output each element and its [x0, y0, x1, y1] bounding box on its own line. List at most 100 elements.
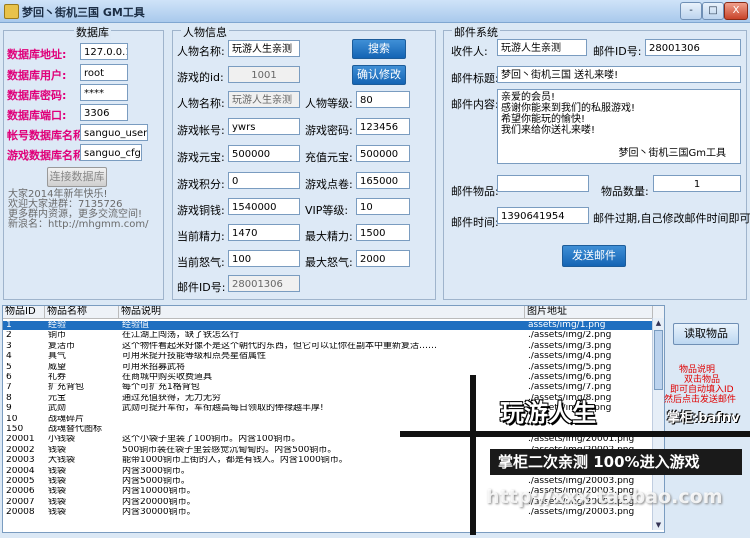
cell-desc: 内含3000铜币。 [122, 466, 190, 476]
yuanbao-input[interactable]: 500000 [228, 145, 300, 162]
content-label: 邮件内容: [451, 98, 499, 111]
time-hint: 邮件过期,自己修改邮件时间即可 [593, 212, 750, 225]
cell-id: 20007 [6, 497, 35, 507]
db-address-input[interactable]: 127.0.0.1 [80, 43, 128, 60]
minimize-button[interactable]: - [680, 2, 702, 20]
cell-desc: 这个物件看起来好像不是这个朝代的东西，但它可以让你在副本中重新复活…… [122, 341, 438, 351]
recharge-yuanbao-input[interactable]: 500000 [356, 145, 410, 162]
cell-id: 1 [6, 321, 12, 330]
cell-img: ./assets/img/20003.png [528, 477, 635, 486]
cell-desc: 通过充值获得，无力无穷 [122, 393, 222, 403]
cell-id: 3 [6, 341, 12, 351]
person-name-label: 人物名称: [177, 45, 225, 58]
person-info-group-label: 人物信息 [181, 24, 229, 40]
cell-id: 20002 [6, 445, 35, 455]
hint-line-4: 然后点击发送邮件 [664, 395, 737, 405]
max-energy-label: 最大精力: [305, 230, 353, 243]
col-item-img[interactable]: 图片地址 [525, 306, 653, 318]
game-id-input[interactable]: 1001 [228, 66, 300, 83]
scroll-thumb[interactable] [654, 330, 663, 390]
yuanbao-label: 游戏元宝: [177, 151, 225, 164]
cell-name: 小钱袋 [48, 435, 76, 445]
col-item-desc[interactable]: 物品说明 [119, 306, 525, 318]
cell-name: 经验 [48, 321, 67, 330]
rage-input[interactable]: 100 [228, 250, 300, 267]
copper-input[interactable]: 1540000 [228, 198, 300, 215]
max-rage-label: 最大怒气: [305, 256, 353, 269]
person-mail-id-input[interactable]: 28001306 [228, 275, 300, 292]
app-icon [4, 4, 19, 19]
cell-id: 2 [6, 331, 12, 341]
cell-name: 威望 [48, 362, 67, 372]
send-mail-button[interactable]: 发送邮件 [562, 245, 626, 267]
table-row[interactable]: 20005 钱袋 内含5000铜币。 ./assets/img/20003.png [3, 477, 653, 486]
cell-img: ./assets/img/5.png [528, 362, 612, 372]
col-item-name[interactable]: 物品名称 [45, 306, 119, 318]
table-row[interactable]: 4 真气 可用来提升技能等级和点亮星宿属性 ./assets/img/4.png [3, 352, 653, 361]
copper-label: 游戏铜钱: [177, 204, 225, 217]
table-row[interactable]: 2 铜币 在江湖上闯荡，缺了铁怎么行 ./assets/img/2.png [3, 331, 653, 340]
qty-input[interactable]: 1 [653, 175, 741, 192]
read-items-button[interactable]: 读取物品 [673, 323, 739, 345]
person-name2-input[interactable]: 玩游人生亲测 [228, 91, 300, 108]
db-user-input[interactable]: root [80, 64, 128, 81]
promo-brand: 玩游人生 [500, 399, 596, 427]
cell-name: 钱袋 [48, 477, 67, 486]
maximize-button[interactable]: □ [702, 2, 724, 20]
cell-name: 武勋 [48, 404, 67, 414]
password-input[interactable]: 123456 [356, 118, 410, 135]
energy-input[interactable]: 1470 [228, 224, 300, 241]
close-button[interactable]: X [724, 2, 748, 20]
time-label: 邮件时间: [451, 216, 499, 229]
mail-id-input[interactable]: 28001306 [645, 39, 741, 56]
rage-label: 当前怒气: [177, 256, 225, 269]
account-label: 游戏帐号: [177, 124, 225, 137]
cell-id: 4 [6, 352, 12, 362]
table-row[interactable]: 1 经验 经验值 assets/img/1.png [3, 321, 653, 330]
cell-name: 元宝 [48, 393, 67, 403]
scroll-up-icon[interactable]: ▲ [653, 318, 664, 328]
mail-system-group-label: 邮件系统 [452, 24, 500, 40]
subject-input[interactable]: 梦回丶街机三国 送礼来喽! [497, 66, 741, 83]
vip-input[interactable]: 10 [356, 198, 410, 215]
account-input[interactable]: ywrs [228, 118, 300, 135]
time-input[interactable]: 1390641954 [497, 207, 589, 224]
cell-desc: 内含30000铜币。 [122, 508, 196, 518]
person-name-input[interactable]: 玩游人生亲测 [228, 40, 300, 57]
cell-img: assets/img/1.png [528, 321, 606, 330]
cell-name: 大钱袋 [48, 456, 76, 466]
table-row[interactable]: 7 扩充背包 每个可扩充1格背包 ./assets/img/7.png [3, 383, 653, 392]
max-rage-input[interactable]: 2000 [356, 250, 410, 267]
promo-bar-horizontal [400, 431, 750, 437]
promo-bar-vertical [470, 375, 476, 535]
recipient-input[interactable]: 玩游人生亲测 [497, 39, 587, 56]
cell-name: 钱袋 [48, 487, 67, 497]
db-port-input[interactable]: 3306 [80, 104, 128, 121]
level-input[interactable]: 80 [356, 91, 410, 108]
cell-img: ./assets/img/2.png [528, 331, 612, 341]
col-item-id[interactable]: 物品ID [3, 306, 45, 318]
max-energy-input[interactable]: 1500 [356, 224, 410, 241]
cell-desc: 经验值 [122, 321, 150, 330]
item-input[interactable] [497, 175, 589, 192]
points-input[interactable]: 0 [228, 172, 300, 189]
subject-label: 邮件标题: [451, 72, 499, 85]
cell-img: ./assets/img/3.png [528, 341, 612, 351]
cell-id: 5 [6, 362, 12, 372]
db-password-input[interactable]: **** [80, 84, 128, 101]
game-db-name-input[interactable]: sanguo_cfg03 [80, 144, 142, 161]
table-row[interactable]: 3 复活币 这个物件看起来好像不是这个朝代的东西，但它可以让你在副本中重新复活…….… [3, 342, 653, 351]
scroll-down-icon[interactable]: ▼ [653, 520, 664, 530]
table-row[interactable]: 6 礼券 在商城中购买收费道具 ./assets/img/6.png [3, 373, 653, 382]
confirm-edit-button[interactable]: 确认修改 [352, 65, 406, 85]
connect-db-button[interactable]: 连接数据库 [47, 167, 107, 187]
window-title: 梦回丶街机三国 GM工具 [22, 6, 145, 19]
dianjuan-input[interactable]: 165000 [356, 172, 410, 189]
account-db-name-input[interactable]: sanguo_user03 [80, 124, 148, 141]
title-bar[interactable]: 梦回丶街机三国 GM工具 - □ X [0, 0, 750, 23]
search-button[interactable]: 搜索 [352, 39, 406, 59]
cell-id: 20004 [6, 466, 35, 476]
content-textarea[interactable]: 亲爱的会员! 感谢你能来到我们的私服游戏! 希望你能玩的愉快! 我们来给你送礼来… [497, 89, 741, 164]
table-row[interactable]: 20008 钱袋 内含30000铜币。 ./assets/img/20003.png [3, 508, 653, 517]
table-row[interactable]: 5 威望 可用来招募武将 ./assets/img/5.png [3, 363, 653, 372]
